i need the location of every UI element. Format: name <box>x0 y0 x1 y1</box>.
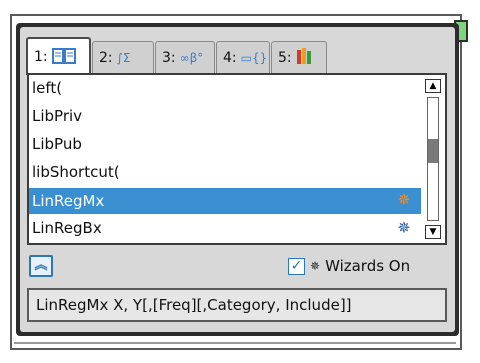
list-item[interactable]: libShortcut( <box>29 160 421 184</box>
tab-number: 4: <box>223 49 237 66</box>
list-item[interactable]: LibPub <box>29 132 421 156</box>
catalog-panel: 1: 2: ∫Σ 3: ∞β° 4: ▭{} 5: left(LibPriv … <box>20 27 455 332</box>
scroll-up-arrow-icon[interactable]: ▲ <box>425 79 441 93</box>
wizard-wand-icon: ✵ <box>310 259 321 273</box>
list-item[interactable]: LinRegBx ✵ <box>29 216 421 240</box>
tab-2-math[interactable]: 2: ∫Σ <box>92 41 154 73</box>
catalog-book-icon <box>51 47 76 68</box>
wizards-checkbox[interactable]: ✓ <box>288 257 305 275</box>
wizard-wand-icon: ✵ <box>397 190 411 209</box>
list-item-label: LibPriv <box>32 107 83 125</box>
tab-3-symbols[interactable]: 3: ∞β° <box>155 41 215 73</box>
list-item-label: libShortcut( <box>32 163 120 181</box>
scroll-track[interactable] <box>427 97 439 221</box>
list-item[interactable]: LibPriv <box>29 104 421 128</box>
tab-number: 5: <box>278 49 292 66</box>
list-item-label: LibPub <box>32 135 82 153</box>
tab-5-libraries[interactable]: 5: <box>271 41 327 73</box>
wizard-wand-icon: ✵ <box>397 218 411 237</box>
wizards-toggle[interactable]: ✓ ✵ Wizards On <box>288 255 410 277</box>
collapse-button[interactable]: ︽ <box>29 255 53 277</box>
tab-number: 2: <box>99 49 113 66</box>
list-item-label: LinRegMx <box>32 192 105 210</box>
integral-sum-icon: ∫Σ <box>116 50 131 65</box>
double-chevron-up-icon: ︽ <box>34 258 48 273</box>
wizards-label: Wizards On <box>325 257 411 275</box>
document-divider <box>14 342 456 344</box>
syntax-help: LinRegMx X, Y[,[Freq][,Category, Include… <box>27 288 447 322</box>
list-scrollbar[interactable]: ▲ ▼ <box>423 75 443 243</box>
list-item-label: LinRegBx <box>32 219 102 237</box>
tab-1-catalog[interactable]: 1: <box>26 37 91 75</box>
list-item-label: left( <box>32 79 63 97</box>
library-books-icon <box>296 47 314 68</box>
catalog-list[interactable]: left( LibPriv LibPub libShortcut( LinReg… <box>27 73 447 245</box>
list-item[interactable]: left( <box>29 76 421 100</box>
infinity-beta-icon: ∞β° <box>179 50 204 65</box>
tab-4-units[interactable]: 4: ▭{} <box>216 41 270 73</box>
tab-number: 1: <box>34 49 48 65</box>
units-icon: ▭{} <box>240 50 268 65</box>
scroll-thumb[interactable] <box>428 139 438 163</box>
scroll-down-arrow-icon[interactable]: ▼ <box>425 225 441 239</box>
catalog-dialog: 1: 2: ∫Σ 3: ∞β° 4: ▭{} 5: left(LibPriv … <box>16 23 459 336</box>
list-item-selected[interactable]: LinRegMx ✵ <box>29 188 421 214</box>
tab-number: 3: <box>162 49 176 66</box>
